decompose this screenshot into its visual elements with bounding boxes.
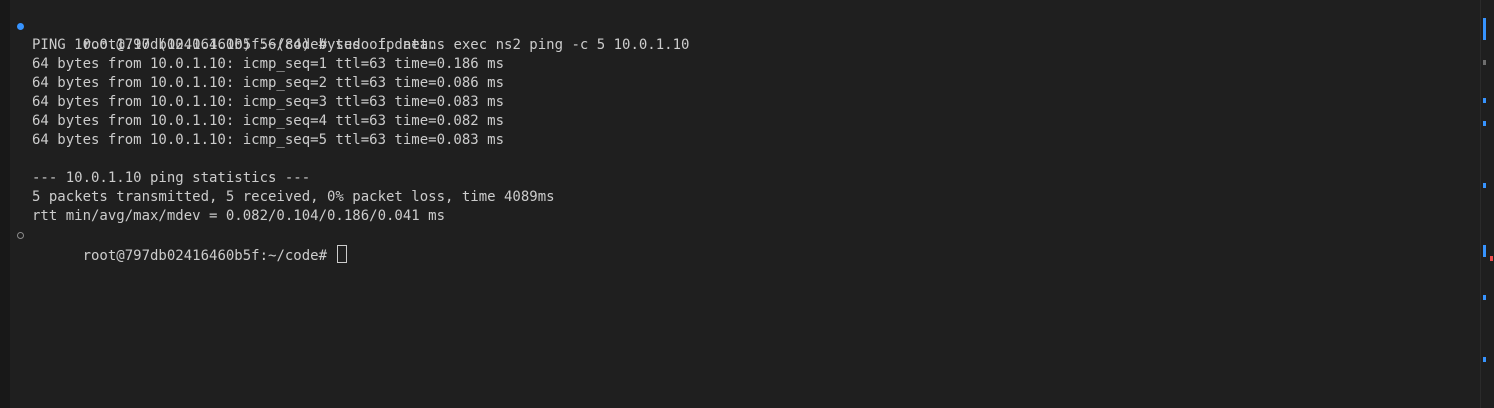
terminal-output-line: 64 bytes from 10.0.1.10: icmp_seq=2 ttl=…: [32, 75, 505, 91]
overview-mark: [1483, 18, 1486, 40]
terminal-command-line: root@797db02416460b5f:~/code# sudo ip ne…: [17, 17, 689, 53]
terminal-output[interactable]: root@797db02416460b5f:~/code# sudo ip ne…: [17, 17, 689, 264]
overview-mark: [1483, 245, 1486, 257]
overview-mark: [1483, 357, 1486, 362]
overview-mark: [1483, 98, 1486, 103]
terminal-output-line: rtt min/avg/max/mdev = 0.082/0.104/0.186…: [32, 208, 446, 224]
terminal-output-line: 5 packets transmitted, 5 received, 0% pa…: [32, 189, 555, 205]
command-success-decoration-icon[interactable]: [17, 23, 24, 30]
terminal-output-line: 64 bytes from 10.0.1.10: icmp_seq=1 ttl=…: [32, 56, 505, 72]
terminal-output-line: 64 bytes from 10.0.1.10: icmp_seq=5 ttl=…: [32, 132, 505, 148]
terminal-scrollbar[interactable]: [1480, 0, 1494, 408]
terminal-left-gutter: [0, 0, 10, 408]
overview-mark: [1483, 60, 1486, 65]
terminal-prompt-line[interactable]: root@797db02416460b5f:~/code#: [17, 226, 689, 264]
overview-mark: [1483, 183, 1486, 188]
terminal-output-line: --- 10.0.1.10 ping statistics ---: [32, 170, 311, 186]
terminal-prompt: root@797db02416460b5f:~/code#: [82, 248, 336, 264]
terminal-output-line: 64 bytes from 10.0.1.10: icmp_seq=4 ttl=…: [32, 113, 505, 129]
terminal-cursor: [337, 245, 348, 263]
terminal-panel[interactable]: root@797db02416460b5f:~/code# sudo ip ne…: [0, 0, 1494, 408]
overview-mark: [1483, 121, 1486, 126]
terminal-output-line: PING 10.0.1.10 (10.0.1.10) 56(84) bytes …: [32, 37, 437, 53]
command-pending-decoration-icon[interactable]: [17, 232, 24, 239]
scrollbar-track: [1480, 0, 1481, 408]
overview-error-mark: [1490, 256, 1493, 261]
terminal-output-line: 64 bytes from 10.0.1.10: icmp_seq=3 ttl=…: [32, 94, 505, 110]
overview-mark: [1483, 295, 1486, 300]
